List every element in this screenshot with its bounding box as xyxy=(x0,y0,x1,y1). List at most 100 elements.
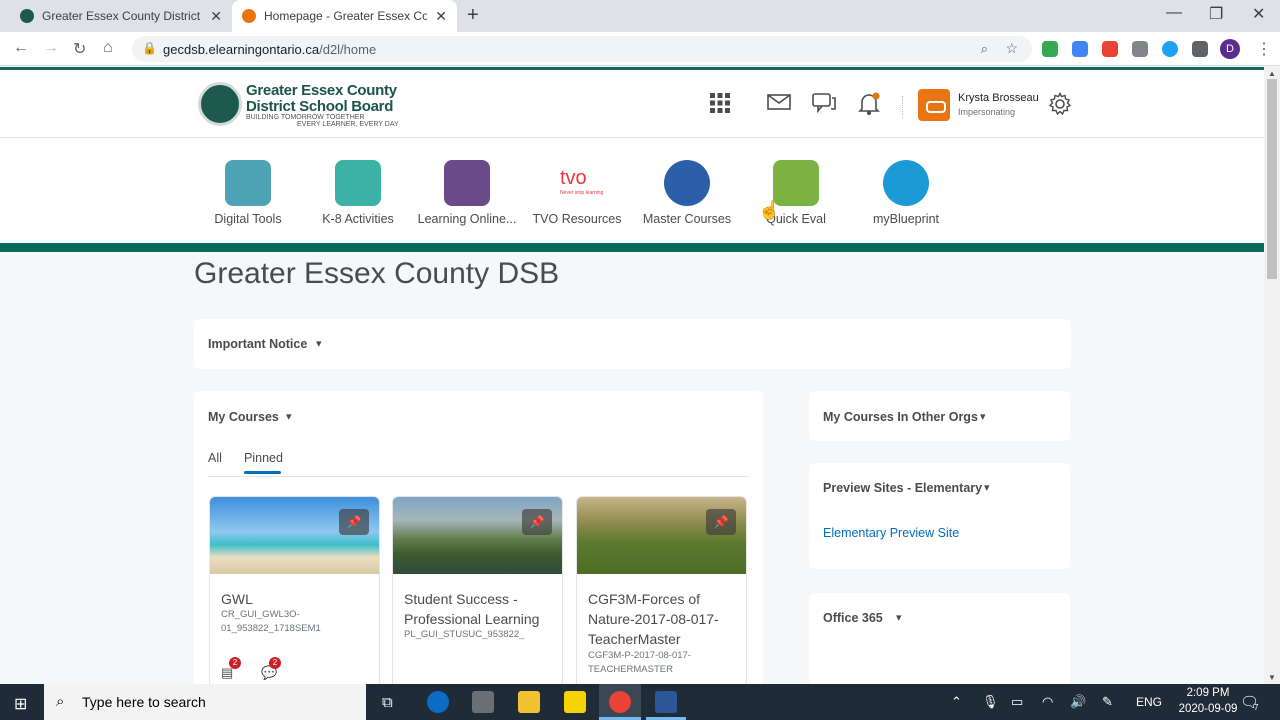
clock-time[interactable]: 2:09 PM xyxy=(1178,687,1238,699)
volume-icon[interactable]: 🔊 xyxy=(1070,694,1086,710)
nav-k8-activities[interactable]: K-8 Activities xyxy=(303,160,413,226)
pen-icon[interactable]: ✎ xyxy=(1102,694,1113,710)
close-window-icon[interactable]: ✕ xyxy=(1252,4,1265,24)
important-notice-title[interactable]: Important Notice xyxy=(208,337,307,351)
other-orgs-title[interactable]: My Courses In Other Orgs xyxy=(823,410,978,424)
page-scrollbar[interactable]: ▲ ▼ xyxy=(1264,67,1280,684)
school-board-logo[interactable] xyxy=(198,82,242,126)
tvo-logo-icon: tvo Never stop learning xyxy=(554,160,603,206)
grid-menu-icon[interactable] xyxy=(709,92,731,120)
notification-badge: 2 xyxy=(269,657,281,669)
chrome-icon[interactable] xyxy=(609,691,631,713)
important-notice-widget: Important Notice ▾ xyxy=(194,319,1071,369)
browser-menu-icon[interactable]: ⋮ xyxy=(1256,39,1272,59)
wifi-icon[interactable]: ◠ xyxy=(1042,694,1053,710)
globe-icon xyxy=(664,160,710,206)
myblueprint-icon xyxy=(883,160,929,206)
eyedropper-extension-icon[interactable] xyxy=(1132,41,1148,57)
edge-browser-icon[interactable] xyxy=(427,691,449,713)
tab-all[interactable]: All xyxy=(208,451,222,465)
restore-icon[interactable]: ❐ xyxy=(1209,4,1223,24)
other-orgs-widget: My Courses In Other Orgs ▾ xyxy=(809,391,1070,441)
close-tab-icon[interactable]: ✕ xyxy=(435,8,447,25)
nav-digital-tools[interactable]: Digital Tools xyxy=(193,160,303,226)
tab-active-underline xyxy=(244,471,281,474)
course-name[interactable]: GWL xyxy=(221,589,371,609)
extension-icon[interactable] xyxy=(1102,41,1118,57)
mouse-cursor-icon: ☝ xyxy=(758,200,781,220)
mail-icon[interactable] xyxy=(767,92,791,118)
nav-myblueprint[interactable]: myBlueprint xyxy=(851,160,961,226)
logo-tagline: EVERY LEARNER, EVERY DAY xyxy=(297,121,399,128)
nav-learning-online[interactable]: Learning Online... xyxy=(412,160,522,226)
chevron-down-icon[interactable]: ▾ xyxy=(980,410,986,423)
course-code: CR_GUI_GWL3O-01_953822_1718SEM1 xyxy=(221,609,321,634)
home-icon[interactable]: ⌂ xyxy=(103,39,113,57)
file-explorer-icon[interactable] xyxy=(518,691,540,713)
tabs-separator xyxy=(208,476,748,477)
chevron-down-icon[interactable]: ▾ xyxy=(896,611,902,624)
browser-tab[interactable]: Greater Essex County District Sch ✕ xyxy=(10,0,232,32)
google-drive-extension-icon[interactable] xyxy=(1042,41,1058,57)
language-indicator[interactable]: ENG xyxy=(1136,695,1162,709)
show-hidden-icons-icon[interactable]: ⌃ xyxy=(951,694,962,710)
address-bar[interactable]: 🔒 gecdsb.elearningontario.ca/d2l/home ⌕ … xyxy=(132,36,1032,62)
scroll-down-icon[interactable]: ▼ xyxy=(1268,673,1276,682)
new-tab-icon[interactable]: + xyxy=(467,4,479,27)
extension-icon[interactable] xyxy=(1072,41,1088,57)
nav-master-courses[interactable]: Master Courses xyxy=(632,160,742,226)
pin-icon[interactable]: 📌 xyxy=(706,509,736,535)
windows-start-icon[interactable]: ⊞ xyxy=(14,694,27,714)
task-view-icon[interactable]: ⧉ xyxy=(382,694,393,711)
impersonating-label: Impersonating xyxy=(958,107,1016,117)
browser-tab-bar: Greater Essex County District Sch ✕ Home… xyxy=(0,0,1280,32)
notification-bell-icon[interactable] xyxy=(858,92,880,122)
battery-icon[interactable]: ▭ xyxy=(1011,694,1023,710)
office365-title[interactable]: Office 365 xyxy=(823,611,883,625)
store-icon[interactable] xyxy=(472,691,494,713)
browser-toolbar: ← → ↻ ⌂ 🔒 gecdsb.elearningontario.ca/d2l… xyxy=(0,32,1280,66)
tab-pinned[interactable]: Pinned xyxy=(244,451,283,465)
word-icon[interactable] xyxy=(655,691,677,713)
my-courses-title[interactable]: My Courses xyxy=(208,410,279,424)
scroll-thumb[interactable] xyxy=(1267,79,1277,279)
scroll-up-icon[interactable]: ▲ xyxy=(1268,69,1276,78)
preview-sites-widget: Preview Sites - Elementary ▾ Elementary … xyxy=(809,463,1070,569)
chevron-down-icon[interactable]: ▾ xyxy=(316,337,322,350)
chevron-down-icon[interactable]: ▾ xyxy=(984,481,990,494)
zoom-icon[interactable]: ⌕ xyxy=(981,41,988,57)
user-name[interactable]: Krysta Brosseau xyxy=(958,92,1039,104)
clock-date[interactable]: 2020-09-09 xyxy=(1178,703,1238,715)
course-card[interactable]: 📌 Student Success - Professional Learnin… xyxy=(392,496,563,684)
elementary-preview-link[interactable]: Elementary Preview Site xyxy=(823,526,959,540)
course-name[interactable]: Student Success - Professional Learning xyxy=(404,589,554,629)
preview-sites-title[interactable]: Preview Sites - Elementary xyxy=(823,481,982,495)
close-tab-icon[interactable]: ✕ xyxy=(210,8,222,25)
profile-avatar[interactable]: D xyxy=(1220,39,1240,59)
sticky-notes-icon[interactable] xyxy=(564,691,586,713)
settings-gear-icon[interactable] xyxy=(1048,91,1072,122)
bookmark-star-icon[interactable]: ☆ xyxy=(1005,40,1018,57)
course-name[interactable]: CGF3M-Forces of Nature-2017-08-017-Teach… xyxy=(588,589,738,649)
minimize-icon[interactable]: — xyxy=(1166,4,1182,22)
nav-tvo-resources[interactable]: tvo Never stop learning TVO Resources xyxy=(522,160,632,226)
chat-icon[interactable] xyxy=(812,92,836,120)
taskbar-search[interactable]: ⌕ Type here to search xyxy=(44,684,366,720)
browser-tab-active[interactable]: Homepage - Greater Essex Coun ✕ xyxy=(232,0,457,32)
reload-icon[interactable]: ↻ xyxy=(73,39,86,59)
course-card[interactable]: 📌 CGF3M-Forces of Nature-2017-08-017-Tea… xyxy=(576,496,747,684)
forward-icon[interactable]: → xyxy=(43,39,59,57)
back-icon[interactable]: ← xyxy=(13,39,29,57)
logo-tagline: BUILDING TOMORROW TOGETHER xyxy=(246,114,365,121)
learning-online-icon xyxy=(444,160,490,206)
chevron-down-icon[interactable]: ▾ xyxy=(286,410,292,423)
search-placeholder: Type here to search xyxy=(82,694,206,710)
user-avatar[interactable] xyxy=(918,89,950,121)
navbar-bottom-band xyxy=(0,243,1264,252)
puzzle-extensions-icon[interactable] xyxy=(1192,41,1208,57)
extension-icon[interactable] xyxy=(1162,41,1178,57)
microphone-icon[interactable]: 🎙 xyxy=(982,694,999,710)
pin-icon[interactable]: 📌 xyxy=(522,509,552,535)
pin-icon[interactable]: 📌 xyxy=(339,509,369,535)
course-card[interactable]: 📌 GWL CR_GUI_GWL3O-01_953822_1718SEM1 ▤ … xyxy=(209,496,380,684)
